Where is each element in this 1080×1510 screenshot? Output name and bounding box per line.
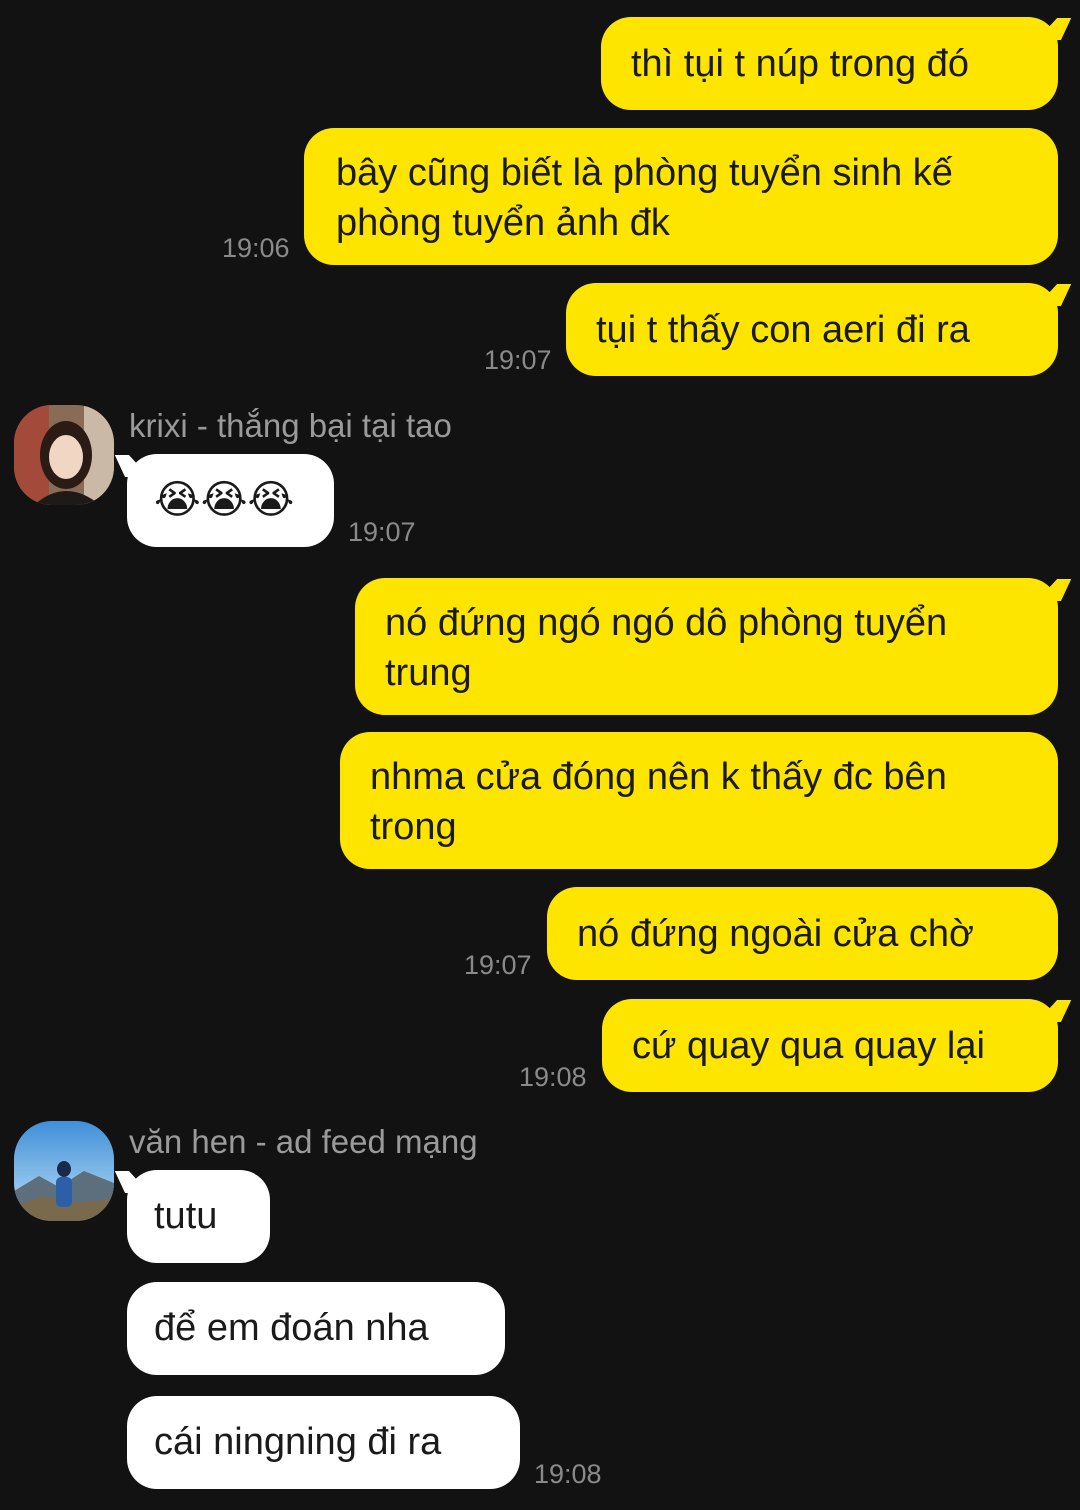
message-bubble-outgoing[interactable]: nó đứng ngoài cửa chờ bbox=[547, 887, 1058, 980]
message-bubble-incoming[interactable]: để em đoán nha bbox=[127, 1282, 505, 1375]
message-timestamp: 19:07 bbox=[348, 517, 416, 547]
message-bubble-incoming[interactable]: tutu bbox=[127, 1170, 270, 1263]
avatar-photo-icon bbox=[14, 405, 114, 505]
message-bubble-outgoing[interactable]: thì tụi t núp trong đó bbox=[601, 17, 1058, 110]
sender-name: krixi - thắng bại tại tao bbox=[129, 407, 452, 444]
message-timestamp: 19:08 bbox=[519, 1062, 587, 1092]
message-bubble-outgoing[interactable]: tụi t thấy con aeri đi ra bbox=[566, 283, 1058, 376]
message-bubble-incoming[interactable]: 😭😭😭 bbox=[127, 454, 334, 547]
message-timestamp: 19:07 bbox=[464, 950, 532, 980]
message-timestamp: 19:08 bbox=[534, 1459, 602, 1489]
message-bubble-outgoing[interactable]: nó đứng ngó ngó dô phòng tuyển trung bbox=[355, 578, 1058, 715]
message-bubble-outgoing[interactable]: bây cũng biết là phòng tuyển sinh kế phò… bbox=[304, 128, 1058, 265]
avatar[interactable] bbox=[14, 405, 114, 505]
message-bubble-outgoing[interactable]: cứ quay qua quay lại bbox=[602, 999, 1058, 1092]
avatar-photo-icon bbox=[14, 1121, 114, 1221]
message-bubble-incoming[interactable]: cái ningning đi ra bbox=[127, 1396, 520, 1489]
message-timestamp: 19:06 bbox=[222, 233, 290, 263]
message-bubble-outgoing[interactable]: nhma cửa đóng nên k thấy đc bên trong bbox=[340, 732, 1058, 869]
sender-name: văn hen - ad feed mạng bbox=[129, 1123, 478, 1160]
message-timestamp: 19:07 bbox=[484, 345, 552, 375]
avatar[interactable] bbox=[14, 1121, 114, 1221]
